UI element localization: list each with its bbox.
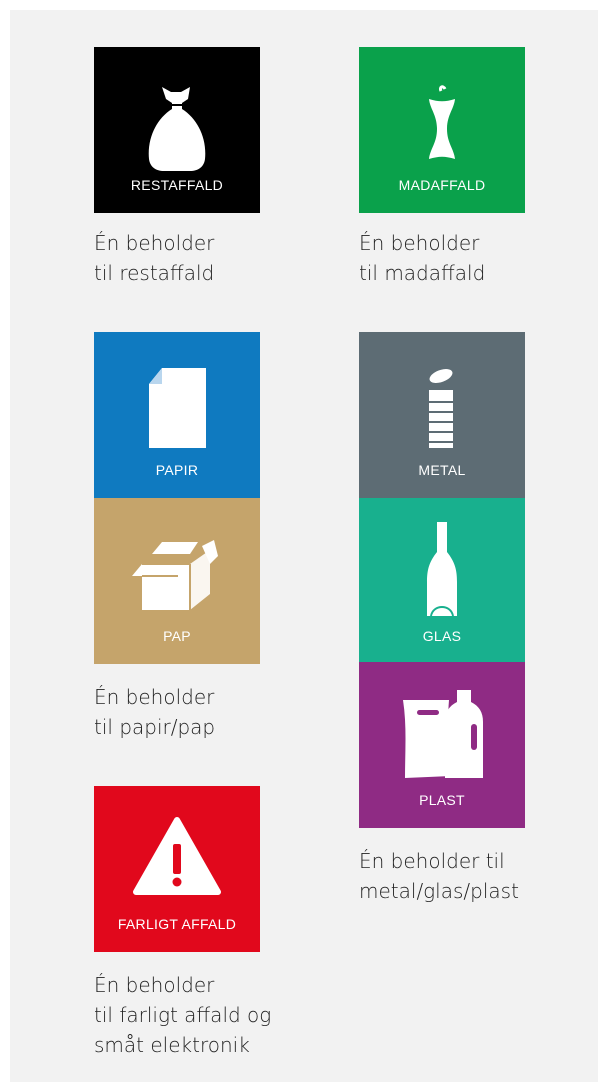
tile-metal: METAL xyxy=(359,332,525,498)
tile-plast: PLAST xyxy=(359,662,525,828)
tile-papir: PAPIR xyxy=(94,332,260,498)
tile-label: MADAFFALD xyxy=(398,177,486,193)
caption-restaffald: Én beholder til restaffald xyxy=(94,231,215,285)
tile-label: PAPIR xyxy=(155,462,199,478)
tile-glas: GLAS xyxy=(359,498,525,664)
tile-label: RESTAFFALD xyxy=(130,177,224,193)
tile-farligt-affald: FARLIGT AFFALD xyxy=(94,786,260,952)
tile-label: GLAS xyxy=(422,628,462,644)
tile-label: PLAST xyxy=(419,792,465,808)
caption-metal-glas-plast: Én beholder til metal/glas/plast xyxy=(359,849,519,903)
tile-pap: PAP xyxy=(94,498,260,664)
tile-restaffald: RESTAFFALD xyxy=(94,47,260,213)
tile-label: FARLIGT AFFALD xyxy=(117,916,237,932)
tile-label: PAP xyxy=(163,628,191,644)
tile-label: METAL xyxy=(418,462,466,478)
caption-papir-pap: Én beholder til papir/pap xyxy=(94,685,216,739)
caption-madaffald: Én beholder til madaffald xyxy=(359,231,486,285)
caption-farligt-affald: Én beholder til farligt affald og småt e… xyxy=(94,973,272,1057)
tile-madaffald: MADAFFALD xyxy=(359,47,525,213)
